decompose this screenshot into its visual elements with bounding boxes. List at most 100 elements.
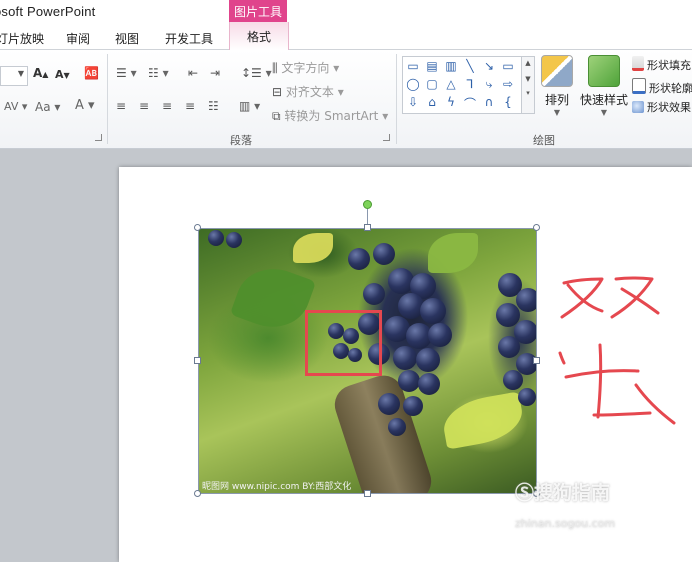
align-left-icon: ≡ [116,99,127,113]
align-center-button[interactable]: ≡ [139,99,149,113]
change-case-button[interactable]: Aa ▾ [35,100,60,114]
char-spacing-button[interactable]: AV ▾ [4,100,27,113]
grape [418,373,440,395]
paragraph-dialog-launcher-icon[interactable] [383,134,390,141]
sogou-logo-icon: Ⓢ [515,482,535,504]
increase-indent-button[interactable]: ⇥ [210,66,220,80]
grape [416,348,440,372]
font-size-dropdown[interactable]: ▼ [0,66,28,86]
grape [348,248,370,270]
convert-smartart-button[interactable]: ⧉ 转换为 SmartArt ▾ [272,107,388,124]
align-text-button[interactable]: ⊟ 对齐文本 ▾ [272,83,344,100]
highlight-box [305,310,382,376]
decrease-indent-icon: ⇤ [188,66,199,80]
pencil-icon [632,78,646,94]
chevron-down-icon: ▼ [553,108,561,117]
paragraph-group-label: 段落 [230,134,252,147]
handwritten-annotation [558,276,676,425]
shrink-font-button[interactable]: A▼ [55,68,70,81]
resize-handle-top-left[interactable] [194,224,201,231]
annotation-strokes [558,276,676,425]
drawing-group-label: 绘图 [533,134,555,147]
resize-handle-top[interactable] [364,224,371,231]
ribbon-tabs: 灯片放映 审阅 视图 开发工具 [0,22,692,50]
smartart-icon: ⧉ [272,109,281,123]
resize-handle-bottom-left[interactable] [194,490,201,497]
arrange-icon [541,55,573,87]
triangle-shape-icon[interactable]: △ [443,77,459,91]
grape [388,418,406,436]
grape [503,370,523,390]
shapes-gallery[interactable]: ▭ ▤ ▥ ╲ ↘ ▭ ◯ ▢ △ ⅂ ⤷ ⇨ ⇩ ⌂ ϟ ⌒ ∩ { [402,56,522,114]
right-arrow-shape-icon[interactable]: ⇨ [500,77,516,91]
tab-view[interactable]: 视图 [115,30,139,47]
grape [378,393,400,415]
shape-outline-button[interactable]: 形状轮廓 [632,78,692,96]
arrange-button[interactable]: 排列 ▼ [540,55,574,117]
scroll-up-icon[interactable]: ▲ [522,59,534,67]
line-spacing-button[interactable]: ↕☰ ▾ [241,66,272,80]
quick-styles-button[interactable]: 快速样式 ▼ [578,55,630,117]
shape-effects-button[interactable]: 形状效果 [632,99,691,115]
rotation-handle[interactable] [363,200,372,209]
rectangle-shape-icon[interactable]: ▭ [500,59,516,73]
grow-font-button[interactable]: A▲ [33,66,48,80]
arrow-line-shape-icon[interactable]: ↘ [481,59,497,73]
picture-tools-context-header: 图片工具 [229,0,287,24]
bullets-button[interactable]: ☰ ▾ [116,66,137,80]
columns-button[interactable]: ▥ ▾ [239,99,260,113]
rectangle-shape-icon[interactable]: ▭ [405,59,421,73]
grape [516,288,537,312]
vertical-textbox-shape-icon[interactable]: ▥ [443,59,459,73]
align-right-icon: ≡ [162,99,173,113]
brace-shape-icon[interactable]: { [500,95,516,109]
justify-button[interactable]: ≡ [185,99,195,113]
grape [226,232,242,248]
eraser-icon: 🆎 [84,66,99,80]
font-color-button[interactable]: A ▾ [75,98,95,113]
elbow-connector-shape-icon[interactable]: ⅂ [462,77,478,91]
resize-handle-top-right[interactable] [533,224,540,231]
clear-format-button[interactable]: 🆎 [84,66,99,80]
tab-format[interactable]: 格式 [229,22,289,50]
curve-shape-icon[interactable]: ∩ [481,95,497,109]
sogou-watermark-text: 搜狗指南 [534,482,611,504]
distributed-button[interactable]: ☷ [208,99,219,113]
elbow-arrow-shape-icon[interactable]: ⤷ [481,77,497,92]
tab-review[interactable]: 审阅 [66,30,90,47]
rounded-rect-shape-icon[interactable]: ▢ [424,77,440,91]
lightning-shape-icon[interactable]: ϟ [443,95,459,109]
arc-shape-icon[interactable]: ⌒ [462,95,478,112]
distributed-icon: ☷ [208,99,219,113]
decrease-indent-button[interactable]: ⇤ [188,66,198,80]
bullets-icon: ☰ [116,66,127,80]
shrink-arrow-icon: ▼ [63,71,70,80]
paint-bucket-icon [632,56,644,71]
align-right-button[interactable]: ≡ [162,99,172,113]
shape-effects-label: 形状效果 [647,101,691,114]
resize-handle-right[interactable] [533,357,540,364]
line-shape-icon[interactable]: ╲ [462,59,478,73]
align-text-label: 对齐文本 [285,85,334,99]
grape [398,370,420,392]
resize-handle-bottom[interactable] [364,490,371,497]
align-left-button[interactable]: ≡ [116,99,126,113]
oval-shape-icon[interactable]: ◯ [405,77,421,91]
shapes-gallery-scroll[interactable]: ▲ ▼ ▾ [521,56,535,114]
tab-developer[interactable]: 开发工具 [165,30,213,47]
textbox-shape-icon[interactable]: ▤ [424,59,440,73]
font-dialog-launcher-icon[interactable] [95,134,102,141]
numbering-button[interactable]: ☷ ▾ [148,66,169,80]
resize-handle-left[interactable] [194,357,201,364]
down-arrow-shape-icon[interactable]: ⇩ [405,95,421,109]
align-text-icon: ⊟ [272,85,283,99]
text-direction-icon: ⫼ [272,61,278,75]
text-direction-button[interactable]: ⫼ 文字方向 ▾ [272,59,339,76]
shape-fill-button[interactable]: 形状填充 [632,56,691,73]
scroll-down-icon[interactable]: ▼ [522,75,534,83]
more-icon[interactable]: ▾ [522,89,534,97]
tab-slideshow[interactable]: 灯片放映 [0,30,44,47]
sogou-watermark-url: zhinan.sogou.com [515,517,616,530]
flowchart-shape-icon[interactable]: ⌂ [424,95,440,109]
grape [428,323,452,347]
